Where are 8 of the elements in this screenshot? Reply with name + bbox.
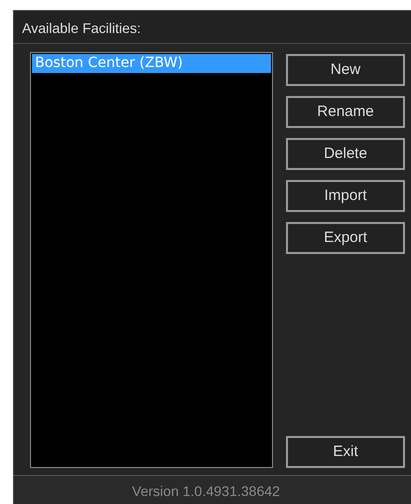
action-button[interactable]: Export (286, 222, 405, 254)
exit-button[interactable]: Exit (286, 436, 405, 468)
action-button[interactable]: Rename (286, 96, 405, 128)
panel-title: Available Facilities: (22, 20, 141, 36)
version-text: Version 1.0.4931.38642 (132, 483, 280, 499)
action-button[interactable]: New (286, 54, 405, 86)
action-button[interactable]: Delete (286, 138, 405, 170)
action-button[interactable]: Import (286, 180, 405, 212)
